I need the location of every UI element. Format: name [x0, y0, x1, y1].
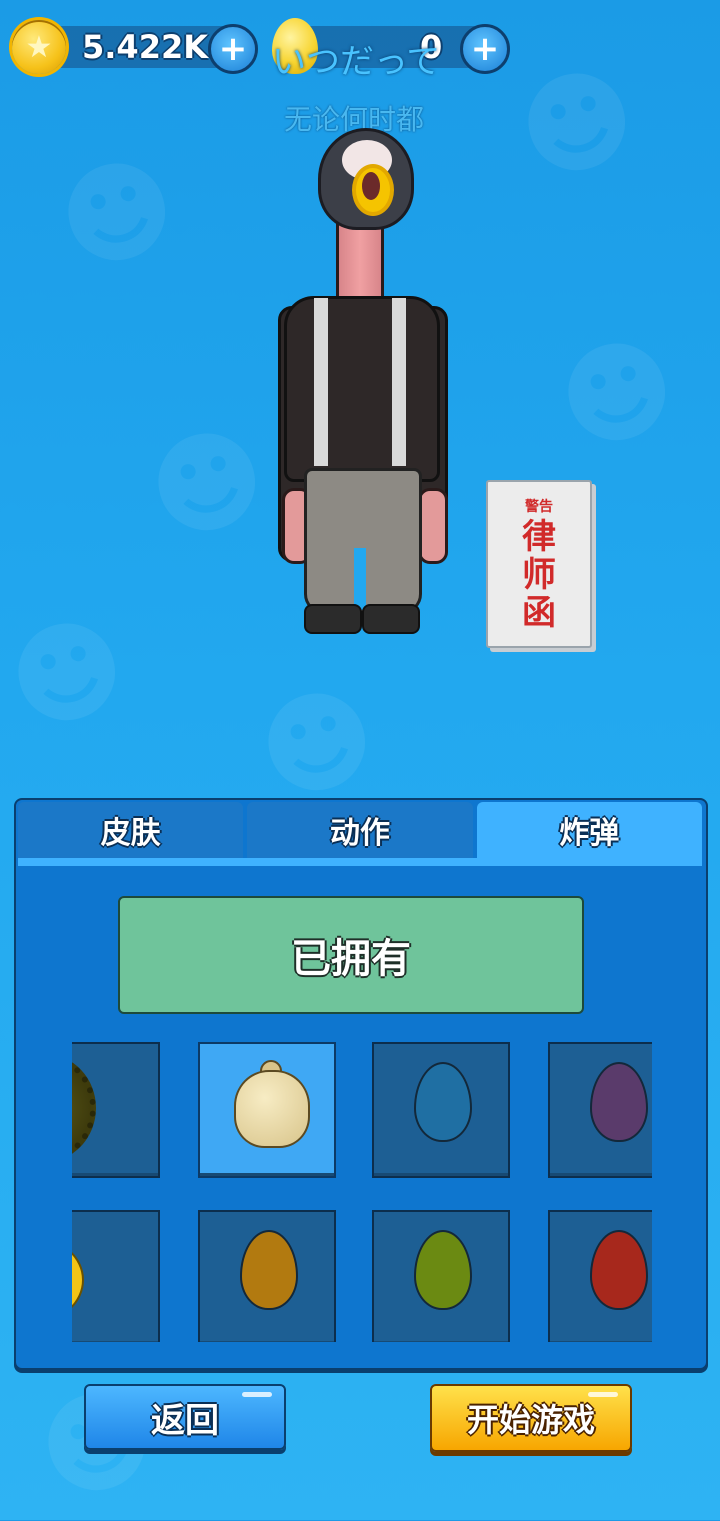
owned-button[interactable]: 已拥有	[118, 896, 584, 1014]
tab-bar: 皮肤 动作 炸弹	[18, 802, 702, 858]
item-egg-blue[interactable]	[372, 1042, 510, 1178]
bg-ghost-icon: ☻	[135, 407, 280, 561]
item-bell[interactable]	[198, 1042, 336, 1178]
start-game-button[interactable]: 开始游戏	[430, 1384, 632, 1452]
lawyer-letter-prop: 警告 律 师 函	[486, 480, 592, 648]
tab-underline	[18, 858, 702, 866]
bg-ghost-icon: ☻	[45, 137, 190, 291]
bg-ghost-icon: ☻	[0, 597, 140, 751]
bell-icon	[234, 1070, 310, 1148]
lyric-japanese: いつだって	[272, 42, 441, 82]
item-durian[interactable]	[72, 1042, 160, 1178]
button-shine	[588, 1392, 618, 1397]
letter-char-3: 函	[522, 593, 556, 633]
tab-skin[interactable]: 皮肤	[18, 802, 244, 858]
item-egg-orange[interactable]	[198, 1210, 336, 1342]
egg-icon	[590, 1230, 648, 1310]
item-egg-purple[interactable]	[548, 1042, 652, 1178]
character-strap	[314, 298, 328, 466]
character-right-hand	[418, 488, 448, 564]
character-torso	[284, 296, 440, 482]
durian-icon	[72, 1054, 96, 1162]
character-strap	[392, 298, 406, 466]
add-coins-button[interactable]: +	[208, 24, 258, 74]
add-gems-button[interactable]: +	[460, 24, 510, 74]
bg-ghost-icon: ☻	[545, 317, 690, 471]
shop-panel: 皮肤 动作 炸弹 已拥有	[14, 798, 708, 1370]
back-button[interactable]: 返回	[84, 1384, 286, 1450]
item-grid	[72, 1042, 652, 1342]
coin-icon: ★	[12, 20, 66, 74]
tab-action[interactable]: 动作	[247, 802, 473, 858]
egg-icon	[414, 1230, 472, 1310]
letter-warning: 警告	[525, 499, 553, 515]
button-shine	[242, 1392, 272, 1397]
coin-count: 5.422K	[82, 28, 209, 66]
item-egg-red[interactable]	[548, 1210, 652, 1342]
duck-icon	[72, 1238, 84, 1322]
bg-ghost-icon: ☻	[505, 47, 650, 201]
tab-bomb[interactable]: 炸弹	[476, 802, 702, 858]
item-egg-green[interactable]	[372, 1210, 510, 1342]
character-mouth	[362, 172, 380, 200]
egg-icon	[414, 1062, 472, 1142]
start-game-label: 开始游戏	[466, 1401, 595, 1439]
letter-char-2: 师	[522, 555, 556, 595]
character-leg-gap	[354, 548, 366, 610]
character-left-foot	[304, 604, 362, 634]
character-preview[interactable]	[270, 128, 450, 638]
back-button-label: 返回	[151, 1400, 219, 1441]
egg-icon	[590, 1062, 648, 1142]
item-duck[interactable]	[72, 1210, 160, 1342]
character-right-foot	[362, 604, 420, 634]
letter-char-1: 律	[522, 517, 556, 557]
egg-icon	[240, 1230, 298, 1310]
